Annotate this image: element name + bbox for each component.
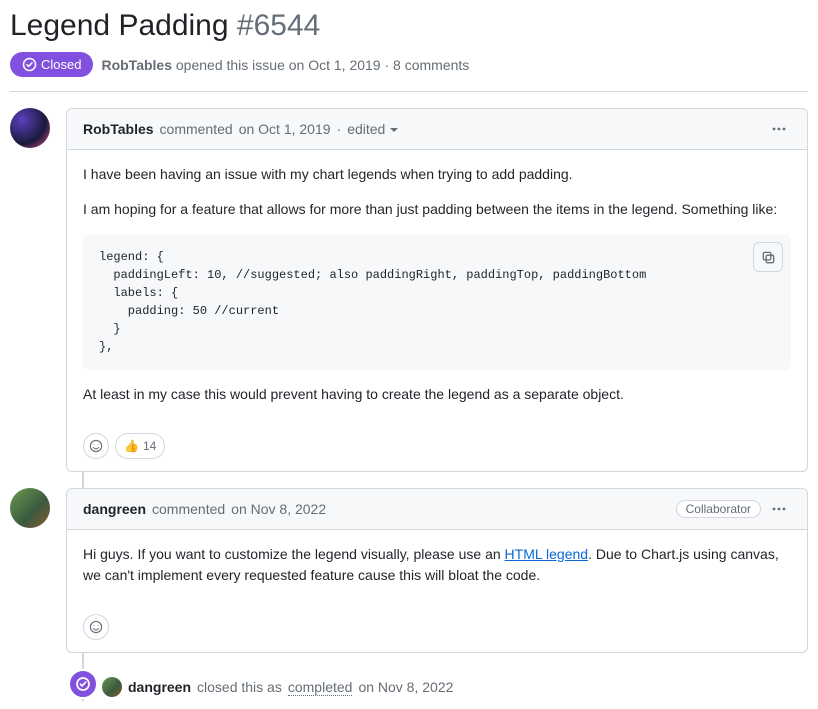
closed-reason-link[interactable]: completed xyxy=(288,679,353,696)
issue-author-link[interactable]: RobTables xyxy=(101,57,172,73)
closed-check-icon xyxy=(22,57,37,72)
kebab-icon xyxy=(771,121,787,137)
reactions-bar xyxy=(67,614,807,652)
issue-open-date-link[interactable]: on Oct 1, 2019 xyxy=(289,57,381,73)
avatar[interactable] xyxy=(102,677,122,697)
author-link[interactable]: dangreen xyxy=(83,501,146,517)
add-reaction-button[interactable] xyxy=(83,433,109,459)
reaction-thumbs-up[interactable]: 👍 14 xyxy=(115,433,165,459)
comment: RobTables commented on Oct 1, 2019 · edi… xyxy=(66,108,808,472)
timeline: RobTables commented on Oct 1, 2019 · edi… xyxy=(66,108,808,701)
role-badge: Collaborator xyxy=(676,500,761,518)
paragraph: I am hoping for a feature that allows fo… xyxy=(83,199,791,220)
author-link[interactable]: dangreen xyxy=(128,679,191,695)
paragraph: Hi guys. If you want to customize the le… xyxy=(83,544,791,586)
comment-date-link[interactable]: on Nov 8, 2022 xyxy=(231,501,326,517)
comment-date-link[interactable]: on Oct 1, 2019 xyxy=(239,121,331,137)
comment-box: RobTables commented on Oct 1, 2019 · edi… xyxy=(66,108,808,472)
reaction-count: 14 xyxy=(143,439,156,453)
add-reaction-button[interactable] xyxy=(83,614,109,640)
event-line: dangreen closed this as completed on Nov… xyxy=(102,673,808,697)
comment-header: dangreen commented on Nov 8, 2022 Collab… xyxy=(67,489,807,530)
comment-actions-menu[interactable] xyxy=(767,117,791,141)
issue-subline: RobTables opened this issue on Oct 1, 20… xyxy=(101,57,469,73)
paragraph: I have been having an issue with my char… xyxy=(83,164,791,185)
divider xyxy=(10,91,808,92)
avatar[interactable] xyxy=(10,488,50,528)
issue-meta: Closed RobTables opened this issue on Oc… xyxy=(10,52,808,77)
copy-button[interactable] xyxy=(753,242,783,272)
comment-actions-menu[interactable] xyxy=(767,497,791,521)
smiley-icon xyxy=(89,439,103,453)
comment: dangreen commented on Nov 8, 2022 Collab… xyxy=(66,488,808,653)
comment-body: I have been having an issue with my char… xyxy=(67,150,807,433)
state-badge: Closed xyxy=(10,52,93,77)
chevron-down-icon xyxy=(389,121,399,137)
code-block: legend: { paddingLeft: 10, //suggested; … xyxy=(83,234,791,370)
comment-header: RobTables commented on Oct 1, 2019 · edi… xyxy=(67,109,807,150)
closed-check-icon xyxy=(75,676,91,692)
reactions-bar: 👍 14 xyxy=(67,433,807,471)
issue-number: #6544 xyxy=(237,9,320,42)
state-label: Closed xyxy=(41,57,81,72)
thumbs-up-icon: 👍 xyxy=(124,439,139,453)
comment-body: Hi guys. If you want to customize the le… xyxy=(67,530,807,614)
paragraph: At least in my case this would prevent h… xyxy=(83,384,791,405)
issue-title: Legend Padding #6544 xyxy=(10,8,808,44)
smiley-icon xyxy=(89,620,103,634)
kebab-icon xyxy=(771,501,787,517)
issue-title-text: Legend Padding xyxy=(10,9,229,42)
comment-box: dangreen commented on Nov 8, 2022 Collab… xyxy=(66,488,808,653)
copy-icon xyxy=(761,250,776,265)
avatar[interactable] xyxy=(10,108,50,148)
html-legend-link[interactable]: HTML legend xyxy=(505,546,589,562)
closed-event-badge xyxy=(68,669,98,699)
edited-menu[interactable]: edited xyxy=(347,121,399,137)
author-link[interactable]: RobTables xyxy=(83,121,154,137)
closed-event: dangreen closed this as completed on Nov… xyxy=(66,669,808,701)
